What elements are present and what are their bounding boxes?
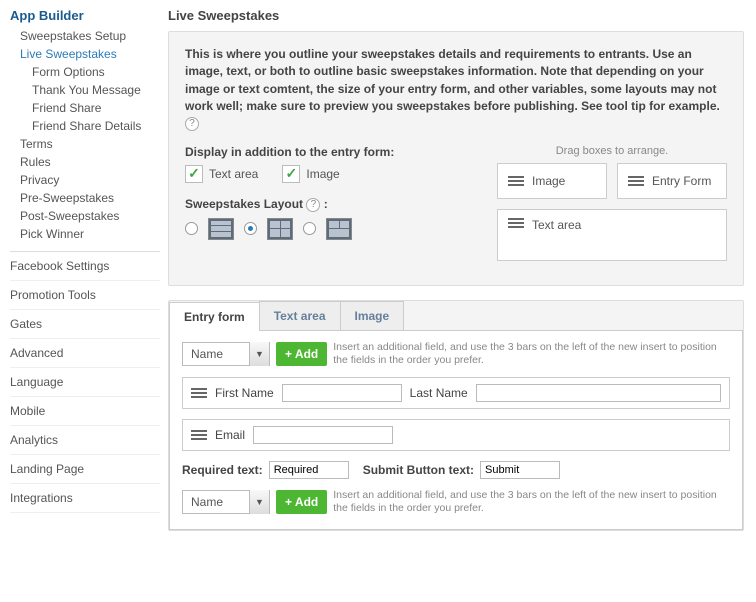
email-input[interactable] <box>253 426 393 444</box>
submit-text-input[interactable] <box>480 461 560 479</box>
content: Live Sweepstakes This is where you outli… <box>160 0 756 557</box>
drag-handle-icon <box>191 388 207 398</box>
sidebar-item[interactable]: Pick Winner <box>10 225 160 243</box>
drag-handle-icon <box>508 218 524 228</box>
add-field-button[interactable]: + Add <box>276 342 327 366</box>
checkbox-image[interactable] <box>282 165 300 183</box>
layout-label: Sweepstakes Layout ? : <box>185 197 477 212</box>
settings-panel: This is where you outline your sweepstak… <box>168 31 744 286</box>
field-type-select[interactable]: Name ▼ <box>182 342 270 366</box>
drag-box-image[interactable]: Image <box>497 163 607 199</box>
display-label: Display in addition to the entry form: <box>185 145 477 159</box>
sidebar-item[interactable]: Pre-Sweepstakes <box>10 189 160 207</box>
add-hint: Insert an additional field, and use the … <box>333 489 730 515</box>
layout-icon-2col[interactable] <box>267 218 293 240</box>
sidebar-item[interactable]: Post-Sweepstakes <box>10 207 160 225</box>
drag-handle-icon <box>628 176 644 186</box>
field-type-select[interactable]: Name ▼ <box>182 490 270 514</box>
tab-text-area[interactable]: Text area <box>259 301 341 330</box>
drag-handle-icon <box>508 176 524 186</box>
chevron-down-icon: ▼ <box>249 342 269 366</box>
sidebar-main-nav: Facebook SettingsPromotion ToolsGatesAdv… <box>10 251 160 513</box>
sidebar-item[interactable]: Form Options <box>10 63 160 81</box>
checkbox-label: Text area <box>209 167 258 181</box>
description: This is where you outline your sweepstak… <box>185 46 727 133</box>
sidebar-item[interactable]: Live Sweepstakes <box>10 45 160 63</box>
checkbox-text-area[interactable] <box>185 165 203 183</box>
drag-hint: Drag boxes to arrange. <box>497 145 727 157</box>
sidebar-nav-item[interactable]: Gates <box>10 310 160 339</box>
sidebar-nav-item[interactable]: Facebook Settings <box>10 252 160 281</box>
drag-box-text-area[interactable]: Text area <box>497 209 727 261</box>
sidebar-item[interactable]: Friend Share Details <box>10 117 160 135</box>
required-text-input[interactable] <box>269 461 349 479</box>
sidebar-item[interactable]: Thank You Message <box>10 81 160 99</box>
sidebar-nav-item[interactable]: Language <box>10 368 160 397</box>
layout-icon-1col[interactable] <box>208 218 234 240</box>
drag-handle-icon <box>191 430 207 440</box>
sidebar-item[interactable]: Terms <box>10 135 160 153</box>
sidebar-nav-item[interactable]: Landing Page <box>10 455 160 484</box>
sidebar-nav-item[interactable]: Advanced <box>10 339 160 368</box>
chevron-down-icon: ▼ <box>249 490 269 514</box>
tab-body: Name ▼ + Add Insert an additional field,… <box>169 331 743 531</box>
help-icon[interactable]: ? <box>185 117 199 131</box>
sidebar-title: App Builder <box>10 8 160 23</box>
help-icon[interactable]: ? <box>306 198 320 212</box>
sidebar-nav-item[interactable]: Integrations <box>10 484 160 513</box>
layout-radio-2[interactable] <box>244 222 257 235</box>
form-panel: Entry form Text area Image Name ▼ + Add … <box>168 300 744 532</box>
add-field-button[interactable]: + Add <box>276 490 327 514</box>
tab-entry-form[interactable]: Entry form <box>169 302 260 331</box>
sidebar-item[interactable]: Rules <box>10 153 160 171</box>
checkbox-label: Image <box>306 167 339 181</box>
sidebar-tree: Sweepstakes SetupLive SweepstakesForm Op… <box>10 27 160 243</box>
layout-icon-3col[interactable] <box>326 218 352 240</box>
sidebar-nav-item[interactable]: Mobile <box>10 397 160 426</box>
drag-box-entry-form[interactable]: Entry Form <box>617 163 727 199</box>
tabs: Entry form Text area Image <box>169 301 743 331</box>
add-hint: Insert an additional field, and use the … <box>333 341 730 367</box>
sidebar-item[interactable]: Privacy <box>10 171 160 189</box>
sidebar-item[interactable]: Friend Share <box>10 99 160 117</box>
page-title: Live Sweepstakes <box>168 8 744 23</box>
field-email-row[interactable]: Email <box>182 419 730 451</box>
layout-radio-1[interactable] <box>185 222 198 235</box>
sidebar-item[interactable]: Sweepstakes Setup <box>10 27 160 45</box>
field-name-row[interactable]: First Name Last Name <box>182 377 730 409</box>
layout-radio-3[interactable] <box>303 222 316 235</box>
last-name-input[interactable] <box>476 384 721 402</box>
sidebar-nav-item[interactable]: Promotion Tools <box>10 281 160 310</box>
sidebar-nav-item[interactable]: Analytics <box>10 426 160 455</box>
tab-image[interactable]: Image <box>340 301 405 330</box>
first-name-input[interactable] <box>282 384 402 402</box>
sidebar: App Builder Sweepstakes SetupLive Sweeps… <box>0 0 160 557</box>
